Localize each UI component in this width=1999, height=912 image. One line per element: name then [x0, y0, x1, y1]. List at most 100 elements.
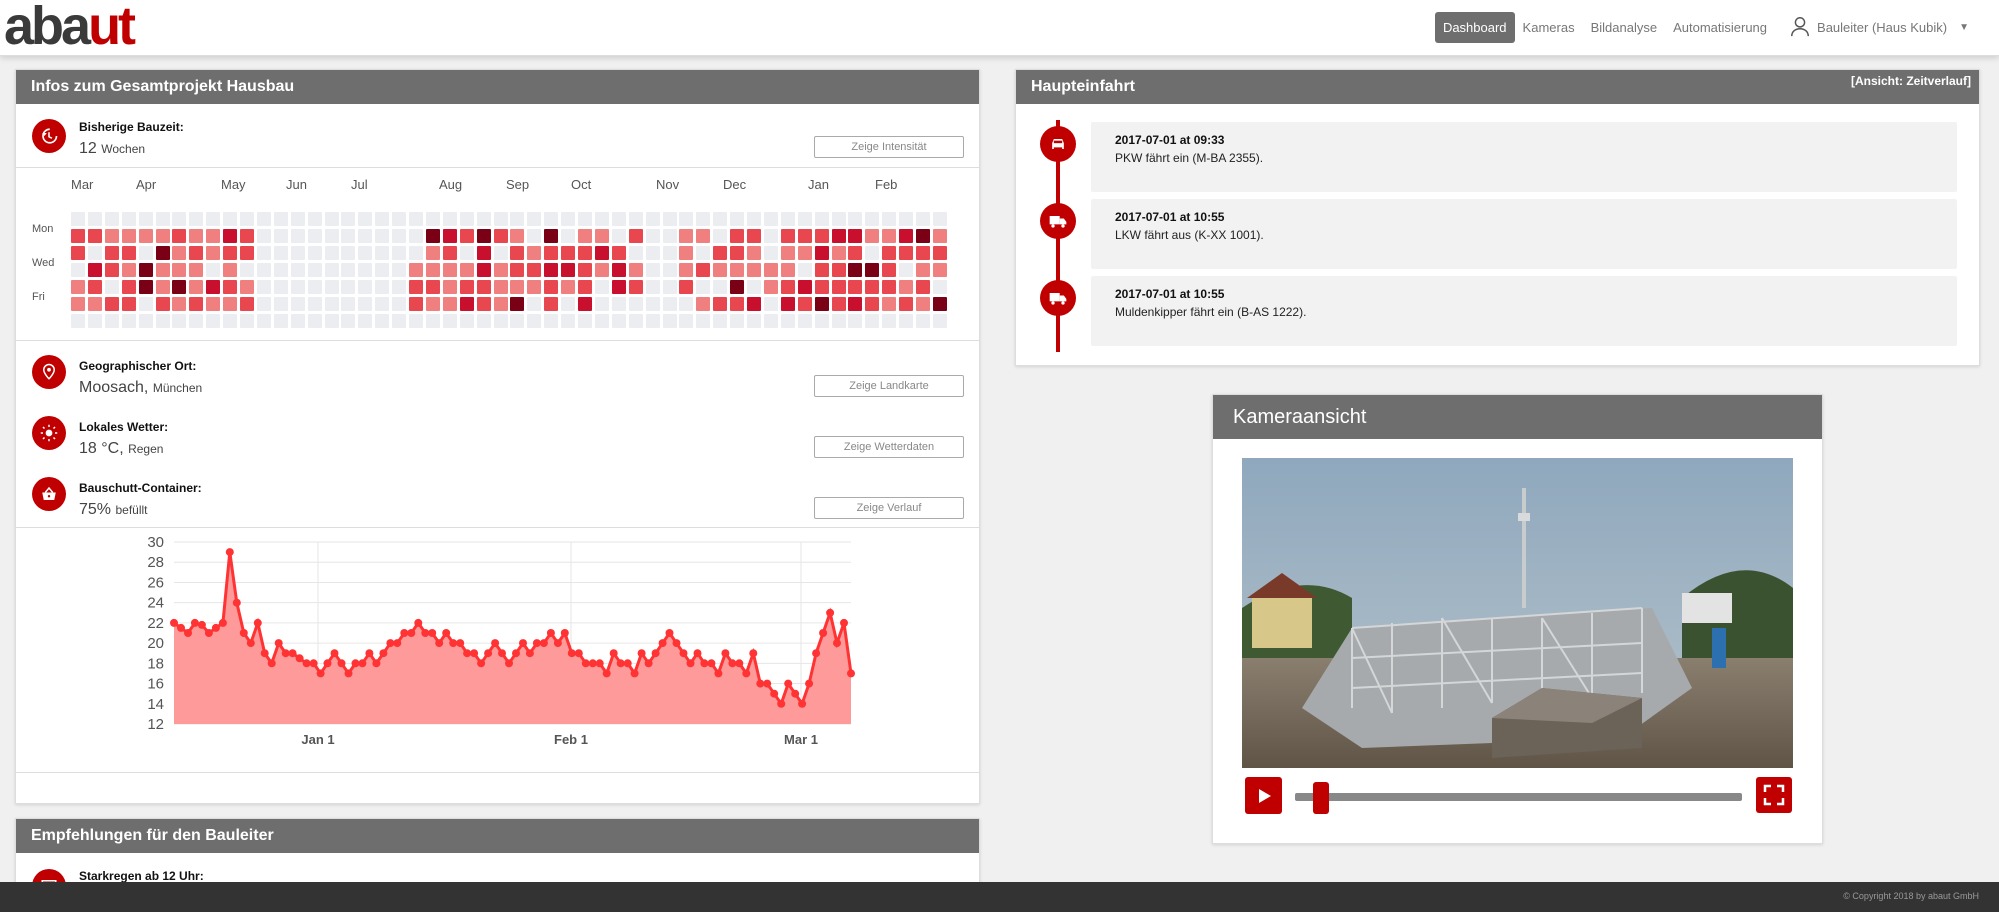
heatmap-cell[interactable] [290, 212, 305, 226]
heatmap-cell[interactable] [561, 263, 576, 277]
heatmap-cell[interactable] [104, 263, 119, 277]
heatmap-cell[interactable] [611, 246, 626, 260]
heatmap-cell[interactable] [797, 246, 812, 260]
heatmap-cell[interactable] [392, 212, 407, 226]
heatmap-cell[interactable] [510, 297, 525, 311]
heatmap-cell[interactable] [409, 229, 423, 243]
heatmap-cell[interactable] [932, 263, 947, 277]
heatmap-cell[interactable] [882, 297, 897, 311]
heatmap-cell[interactable] [273, 212, 288, 226]
heatmap-cell[interactable] [882, 314, 897, 328]
heatmap-cell[interactable] [121, 229, 136, 243]
heatmap-cell[interactable] [71, 280, 85, 294]
heatmap-cell[interactable] [307, 297, 322, 311]
heatmap-cell[interactable] [831, 246, 846, 260]
heatmap-cell[interactable] [358, 280, 373, 294]
heatmap-cell[interactable] [273, 263, 288, 277]
heatmap-cell[interactable] [899, 297, 914, 311]
heatmap-cell[interactable] [561, 314, 576, 328]
heatmap-cell[interactable] [476, 297, 491, 311]
heatmap-cell[interactable] [814, 246, 829, 260]
heatmap-cell[interactable] [916, 263, 930, 277]
heatmap-cell[interactable] [459, 280, 474, 294]
heatmap-cell[interactable] [831, 263, 846, 277]
heatmap-cell[interactable] [223, 297, 238, 311]
heatmap-cell[interactable] [459, 229, 474, 243]
heatmap-cell[interactable] [747, 212, 761, 226]
heatmap-cell[interactable] [696, 229, 711, 243]
heatmap-cell[interactable] [797, 212, 812, 226]
heatmap-cell[interactable] [865, 297, 880, 311]
heatmap-cell[interactable] [71, 246, 85, 260]
heatmap-cell[interactable] [493, 229, 508, 243]
heatmap-cell[interactable] [780, 212, 795, 226]
heatmap-cell[interactable] [628, 297, 643, 311]
heatmap-cell[interactable] [527, 246, 542, 260]
heatmap-cell[interactable] [865, 212, 880, 226]
heatmap-cell[interactable] [425, 314, 440, 328]
heatmap-cell[interactable] [409, 263, 423, 277]
heatmap-cell[interactable] [578, 263, 592, 277]
heatmap-cell[interactable] [409, 246, 423, 260]
heatmap-cell[interactable] [138, 314, 153, 328]
heatmap-cell[interactable] [916, 280, 930, 294]
heatmap-cell[interactable] [780, 297, 795, 311]
heatmap-cell[interactable] [578, 297, 592, 311]
heatmap-cell[interactable] [865, 246, 880, 260]
heatmap-cell[interactable] [797, 314, 812, 328]
heatmap-cell[interactable] [138, 246, 153, 260]
heatmap-cell[interactable] [442, 314, 457, 328]
heatmap-cell[interactable] [578, 280, 592, 294]
heatmap-cell[interactable] [189, 246, 204, 260]
heatmap-cell[interactable] [713, 297, 728, 311]
heatmap-cell[interactable] [341, 263, 356, 277]
heatmap-cell[interactable] [628, 280, 643, 294]
heatmap-cell[interactable] [763, 297, 778, 311]
heatmap-cell[interactable] [493, 314, 508, 328]
heatmap-cell[interactable] [713, 263, 728, 277]
heatmap-cell[interactable] [628, 229, 643, 243]
heatmap-cell[interactable] [341, 297, 356, 311]
heatmap-cell[interactable] [189, 297, 204, 311]
heatmap-cell[interactable] [865, 229, 880, 243]
heatmap-cell[interactable] [510, 263, 525, 277]
heatmap-cell[interactable] [442, 246, 457, 260]
heatmap-cell[interactable] [392, 263, 407, 277]
heatmap-cell[interactable] [814, 263, 829, 277]
timeline-event[interactable]: 2017-07-01 at 10:55 Muldenkipper fährt e… [1091, 276, 1957, 346]
heatmap-cell[interactable] [240, 314, 254, 328]
heatmap-cell[interactable] [763, 280, 778, 294]
heatmap-cell[interactable] [544, 263, 559, 277]
heatmap-cell[interactable] [527, 263, 542, 277]
heatmap-cell[interactable] [121, 263, 136, 277]
play-button[interactable] [1245, 777, 1282, 814]
heatmap-cell[interactable] [882, 263, 897, 277]
heatmap-cell[interactable] [527, 229, 542, 243]
heatmap-cell[interactable] [87, 314, 102, 328]
heatmap-cell[interactable] [628, 314, 643, 328]
heatmap-cell[interactable] [780, 314, 795, 328]
timeline-event[interactable]: 2017-07-01 at 09:33 PKW fährt ein (M-BA … [1091, 122, 1957, 192]
heatmap-cell[interactable] [763, 229, 778, 243]
heatmap-cell[interactable] [831, 212, 846, 226]
heatmap-cell[interactable] [696, 314, 711, 328]
heatmap-cell[interactable] [527, 212, 542, 226]
heatmap-cell[interactable] [189, 263, 204, 277]
heatmap-cell[interactable] [476, 280, 491, 294]
heatmap-cell[interactable] [747, 263, 761, 277]
user-menu[interactable]: Bauleiter (Haus Kubik) ▼ [1775, 15, 1969, 40]
heatmap-cell[interactable] [104, 314, 119, 328]
heatmap-cell[interactable] [206, 297, 221, 311]
heatmap-cell[interactable] [679, 212, 694, 226]
heatmap-cell[interactable] [763, 263, 778, 277]
heatmap-cell[interactable] [459, 314, 474, 328]
heatmap-cell[interactable] [730, 229, 745, 243]
heatmap-cell[interactable] [662, 263, 677, 277]
heatmap-cell[interactable] [696, 280, 711, 294]
heatmap-cell[interactable] [273, 297, 288, 311]
heatmap-cell[interactable] [425, 212, 440, 226]
heatmap-cell[interactable] [459, 263, 474, 277]
heatmap-cell[interactable] [611, 212, 626, 226]
heatmap-cell[interactable] [713, 314, 728, 328]
heatmap-cell[interactable] [780, 246, 795, 260]
